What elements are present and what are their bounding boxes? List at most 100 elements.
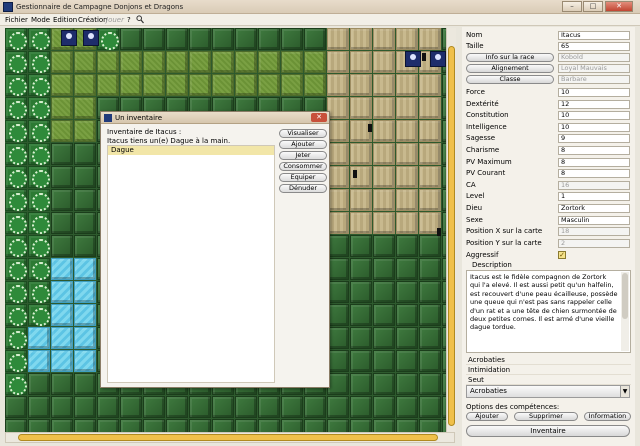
chevron-down-icon[interactable]: ▼ xyxy=(620,385,630,398)
map-tile[interactable] xyxy=(51,212,73,234)
menu-mode[interactable]: Mode xyxy=(31,16,50,24)
character-token[interactable] xyxy=(405,51,421,67)
map-tile[interactable] xyxy=(235,28,257,50)
map-tile[interactable] xyxy=(74,235,96,257)
taille-field[interactable]: 65 xyxy=(558,42,630,51)
map-tile[interactable] xyxy=(74,373,96,395)
map-tile[interactable] xyxy=(5,304,27,326)
map-tile[interactable] xyxy=(189,419,211,432)
character-token[interactable] xyxy=(430,51,446,67)
map-tile[interactable] xyxy=(143,419,165,432)
map-vertical-scrollbar[interactable] xyxy=(446,28,456,432)
map-horizontal-scrollbar[interactable] xyxy=(5,432,455,443)
map-tile[interactable] xyxy=(51,120,73,142)
menu-help[interactable]: ? xyxy=(127,16,131,24)
map-tile[interactable] xyxy=(396,74,418,96)
map-tile[interactable] xyxy=(28,350,50,372)
map-tile[interactable] xyxy=(350,304,372,326)
map-tile[interactable] xyxy=(74,189,96,211)
alignement-button[interactable]: Alignement xyxy=(466,64,554,73)
map-tile[interactable] xyxy=(28,74,50,96)
map-tile[interactable] xyxy=(235,51,257,73)
close-button[interactable]: ✕ xyxy=(605,1,633,12)
map-tile[interactable] xyxy=(74,51,96,73)
map-tile[interactable] xyxy=(419,189,441,211)
map-tile[interactable] xyxy=(373,419,395,432)
map-tile[interactable] xyxy=(5,419,27,432)
race-info-button[interactable]: Info sur la race xyxy=(466,53,554,62)
description-scroll-thumb[interactable] xyxy=(622,273,628,319)
map-tile[interactable] xyxy=(235,419,257,432)
map-tile[interactable] xyxy=(5,51,27,73)
menu-fichier[interactable]: Fichier xyxy=(5,16,28,24)
map-horizontal-scroll-thumb[interactable] xyxy=(18,434,438,441)
map-tile[interactable] xyxy=(51,281,73,303)
map-marker[interactable] xyxy=(437,228,441,236)
map-tile[interactable] xyxy=(373,212,395,234)
map-tile[interactable] xyxy=(350,258,372,280)
map-tile[interactable] xyxy=(396,258,418,280)
map-tile[interactable] xyxy=(396,304,418,326)
map-tile[interactable] xyxy=(74,120,96,142)
map-tile[interactable] xyxy=(51,258,73,280)
stat-field[interactable]: Zortork xyxy=(558,204,630,213)
map-tile[interactable] xyxy=(28,166,50,188)
jeter-button[interactable]: Jeter xyxy=(279,151,327,160)
map-tile[interactable] xyxy=(74,97,96,119)
map-tile[interactable] xyxy=(327,120,349,142)
nom-field[interactable]: Itacus xyxy=(558,31,630,40)
map-tile[interactable] xyxy=(327,51,349,73)
map-tile[interactable] xyxy=(350,350,372,372)
search-icon[interactable] xyxy=(136,15,144,26)
map-tile[interactable] xyxy=(327,304,349,326)
map-tile[interactable] xyxy=(28,97,50,119)
maximize-button[interactable]: □ xyxy=(583,1,603,12)
denuder-button[interactable]: Dénuder xyxy=(279,184,327,193)
map-tile[interactable] xyxy=(97,28,119,50)
map-tile[interactable] xyxy=(327,143,349,165)
map-tile[interactable] xyxy=(51,97,73,119)
map-tile[interactable] xyxy=(350,97,372,119)
map-tile[interactable] xyxy=(396,281,418,303)
map-tile[interactable] xyxy=(51,51,73,73)
map-tile[interactable] xyxy=(350,212,372,234)
map-tile[interactable] xyxy=(212,51,234,73)
skill-item[interactable]: Seut xyxy=(466,375,631,385)
map-tile[interactable] xyxy=(51,166,73,188)
map-tile[interactable] xyxy=(396,189,418,211)
map-tile[interactable] xyxy=(396,350,418,372)
map-tile[interactable] xyxy=(5,327,27,349)
map-tile[interactable] xyxy=(143,28,165,50)
map-tile[interactable] xyxy=(28,304,50,326)
map-tile[interactable] xyxy=(120,74,142,96)
minimize-button[interactable]: – xyxy=(562,1,582,12)
skill-select[interactable]: Acrobaties xyxy=(466,385,624,398)
inventory-item[interactable]: Dague xyxy=(108,146,274,155)
map-tile[interactable] xyxy=(5,235,27,257)
map-tile[interactable] xyxy=(120,396,142,418)
map-tile[interactable] xyxy=(74,212,96,234)
map-tile[interactable] xyxy=(419,143,441,165)
map-tile[interactable] xyxy=(419,74,441,96)
stat-field[interactable]: 8 xyxy=(558,146,630,155)
map-tile[interactable] xyxy=(120,51,142,73)
map-tile[interactable] xyxy=(51,189,73,211)
map-tile[interactable] xyxy=(373,327,395,349)
map-tile[interactable] xyxy=(28,189,50,211)
map-tile[interactable] xyxy=(5,373,27,395)
map-tile[interactable] xyxy=(396,143,418,165)
map-tile[interactable] xyxy=(327,396,349,418)
map-tile[interactable] xyxy=(74,327,96,349)
map-tile[interactable] xyxy=(350,327,372,349)
map-tile[interactable] xyxy=(327,166,349,188)
map-tile[interactable] xyxy=(189,51,211,73)
map-tile[interactable] xyxy=(419,97,441,119)
map-tile[interactable] xyxy=(51,143,73,165)
map-tile[interactable] xyxy=(327,373,349,395)
map-tile[interactable] xyxy=(166,419,188,432)
map-tile[interactable] xyxy=(166,28,188,50)
map-tile[interactable] xyxy=(51,304,73,326)
map-tile[interactable] xyxy=(396,166,418,188)
map-tile[interactable] xyxy=(396,396,418,418)
inventaire-button[interactable]: Inventaire xyxy=(466,425,630,437)
